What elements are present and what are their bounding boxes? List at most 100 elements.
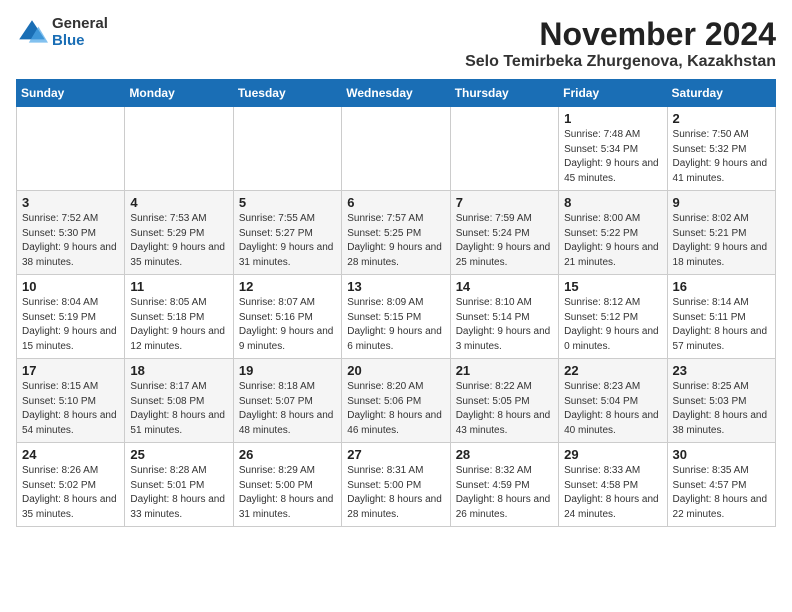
day-number: 27 bbox=[347, 447, 444, 462]
page-header: General Blue November 2024 Selo Temirbek… bbox=[16, 16, 776, 71]
calendar-header-thursday: Thursday bbox=[450, 80, 558, 107]
calendar-cell: 21 Sunrise: 8:22 AM Sunset: 5:05 PM Dayli… bbox=[450, 359, 558, 443]
month-title: November 2024 bbox=[465, 16, 776, 53]
calendar-header-row: SundayMondayTuesdayWednesdayThursdayFrid… bbox=[17, 80, 776, 107]
day-number: 19 bbox=[239, 363, 336, 378]
day-number: 17 bbox=[22, 363, 119, 378]
day-info: Sunrise: 8:23 AM Sunset: 5:04 PM Dayligh… bbox=[564, 380, 661, 438]
day-number: 28 bbox=[456, 447, 553, 462]
day-info: Sunrise: 8:22 AM Sunset: 5:05 PM Dayligh… bbox=[456, 380, 553, 438]
calendar-cell: 10 Sunrise: 8:04 AM Sunset: 5:19 PM Dayli… bbox=[17, 275, 125, 359]
day-info: Sunrise: 7:53 AM Sunset: 5:29 PM Dayligh… bbox=[130, 212, 227, 270]
calendar-cell: 22Sunrise: 8:23 AM Sunset: 5:04 PM Dayli… bbox=[559, 359, 667, 443]
calendar-cell: 25 Sunrise: 8:28 AM Sunset: 5:01 PM Dayli… bbox=[125, 443, 233, 527]
calendar-cell: 8Sunrise: 8:00 AM Sunset: 5:22 PM Daylig… bbox=[559, 191, 667, 275]
calendar-cell: 19 Sunrise: 8:18 AM Sunset: 5:07 PM Dayli… bbox=[233, 359, 341, 443]
day-number: 12 bbox=[239, 279, 336, 294]
logo-icon bbox=[16, 17, 48, 49]
calendar-cell: 30 Sunrise: 8:35 AM Sunset: 4:57 PM Dayli… bbox=[667, 443, 775, 527]
location-title: Selo Temirbeka Zhurgenova, Kazakhstan bbox=[465, 53, 776, 71]
day-number: 8 bbox=[564, 195, 661, 210]
day-info: Sunrise: 8:05 AM Sunset: 5:18 PM Dayligh… bbox=[130, 296, 227, 354]
calendar-week-row: 24 Sunrise: 8:26 AM Sunset: 5:02 PM Dayli… bbox=[17, 443, 776, 527]
day-info: Sunrise: 8:15 AM Sunset: 5:10 PM Dayligh… bbox=[22, 380, 119, 438]
logo: General Blue bbox=[16, 16, 108, 49]
logo-blue-text: Blue bbox=[52, 33, 108, 50]
calendar-cell: 16Sunrise: 8:14 AM Sunset: 5:11 PM Dayli… bbox=[667, 275, 775, 359]
calendar-cell bbox=[17, 107, 125, 191]
calendar-cell: 1 Sunrise: 7:48 AM Sunset: 5:34 PM Daylig… bbox=[559, 107, 667, 191]
day-info: Sunrise: 7:57 AM Sunset: 5:25 PM Dayligh… bbox=[347, 212, 444, 270]
day-number: 26 bbox=[239, 447, 336, 462]
calendar-cell: 27 Sunrise: 8:31 AM Sunset: 5:00 PM Dayli… bbox=[342, 443, 450, 527]
calendar-cell: 14 Sunrise: 8:10 AM Sunset: 5:14 PM Dayli… bbox=[450, 275, 558, 359]
day-number: 14 bbox=[456, 279, 553, 294]
day-info: Sunrise: 8:04 AM Sunset: 5:19 PM Dayligh… bbox=[22, 296, 119, 354]
day-info: Sunrise: 8:02 AM Sunset: 5:21 PM Dayligh… bbox=[673, 212, 770, 270]
day-number: 20 bbox=[347, 363, 444, 378]
day-number: 2 bbox=[673, 111, 770, 126]
calendar-cell: 5Sunrise: 7:55 AM Sunset: 5:27 PM Daylig… bbox=[233, 191, 341, 275]
calendar-cell: 2 Sunrise: 7:50 AM Sunset: 5:32 PM Daylig… bbox=[667, 107, 775, 191]
day-info: Sunrise: 8:28 AM Sunset: 5:01 PM Dayligh… bbox=[130, 464, 227, 522]
day-number: 3 bbox=[22, 195, 119, 210]
day-info: Sunrise: 7:52 AM Sunset: 5:30 PM Dayligh… bbox=[22, 212, 119, 270]
day-number: 15 bbox=[564, 279, 661, 294]
calendar-header-saturday: Saturday bbox=[667, 80, 775, 107]
day-info: Sunrise: 8:07 AM Sunset: 5:16 PM Dayligh… bbox=[239, 296, 336, 354]
day-info: Sunrise: 8:26 AM Sunset: 5:02 PM Dayligh… bbox=[22, 464, 119, 522]
calendar-cell bbox=[450, 107, 558, 191]
calendar-week-row: 10 Sunrise: 8:04 AM Sunset: 5:19 PM Dayli… bbox=[17, 275, 776, 359]
calendar-cell: 28 Sunrise: 8:32 AM Sunset: 4:59 PM Dayli… bbox=[450, 443, 558, 527]
day-number: 1 bbox=[564, 111, 661, 126]
day-info: Sunrise: 7:50 AM Sunset: 5:32 PM Dayligh… bbox=[673, 128, 770, 186]
day-info: Sunrise: 8:33 AM Sunset: 4:58 PM Dayligh… bbox=[564, 464, 661, 522]
day-info: Sunrise: 7:55 AM Sunset: 5:27 PM Dayligh… bbox=[239, 212, 336, 270]
day-number: 18 bbox=[130, 363, 227, 378]
calendar-cell: 26 Sunrise: 8:29 AM Sunset: 5:00 PM Dayli… bbox=[233, 443, 341, 527]
day-number: 6 bbox=[347, 195, 444, 210]
day-info: Sunrise: 8:14 AM Sunset: 5:11 PM Dayligh… bbox=[673, 296, 770, 354]
calendar-table: SundayMondayTuesdayWednesdayThursdayFrid… bbox=[16, 79, 776, 527]
day-number: 9 bbox=[673, 195, 770, 210]
calendar-header-sunday: Sunday bbox=[17, 80, 125, 107]
day-number: 30 bbox=[673, 447, 770, 462]
logo-general-text: General bbox=[52, 16, 108, 33]
calendar-header-friday: Friday bbox=[559, 80, 667, 107]
calendar-cell: 24 Sunrise: 8:26 AM Sunset: 5:02 PM Dayli… bbox=[17, 443, 125, 527]
day-number: 23 bbox=[673, 363, 770, 378]
day-number: 21 bbox=[456, 363, 553, 378]
calendar-cell: 6 Sunrise: 7:57 AM Sunset: 5:25 PM Daylig… bbox=[342, 191, 450, 275]
day-number: 10 bbox=[22, 279, 119, 294]
calendar-cell: 4 Sunrise: 7:53 AM Sunset: 5:29 PM Daylig… bbox=[125, 191, 233, 275]
day-number: 25 bbox=[130, 447, 227, 462]
title-block: November 2024 Selo Temirbeka Zhurgenova,… bbox=[465, 16, 776, 71]
day-info: Sunrise: 8:32 AM Sunset: 4:59 PM Dayligh… bbox=[456, 464, 553, 522]
day-info: Sunrise: 8:31 AM Sunset: 5:00 PM Dayligh… bbox=[347, 464, 444, 522]
day-number: 4 bbox=[130, 195, 227, 210]
calendar-week-row: 3 Sunrise: 7:52 AM Sunset: 5:30 PM Daylig… bbox=[17, 191, 776, 275]
day-info: Sunrise: 7:59 AM Sunset: 5:24 PM Dayligh… bbox=[456, 212, 553, 270]
calendar-week-row: 17 Sunrise: 8:15 AM Sunset: 5:10 PM Dayli… bbox=[17, 359, 776, 443]
calendar-cell: 12 Sunrise: 8:07 AM Sunset: 5:16 PM Dayli… bbox=[233, 275, 341, 359]
day-info: Sunrise: 8:18 AM Sunset: 5:07 PM Dayligh… bbox=[239, 380, 336, 438]
calendar-cell: 20 Sunrise: 8:20 AM Sunset: 5:06 PM Dayli… bbox=[342, 359, 450, 443]
day-info: Sunrise: 8:35 AM Sunset: 4:57 PM Dayligh… bbox=[673, 464, 770, 522]
day-number: 7 bbox=[456, 195, 553, 210]
day-info: Sunrise: 8:20 AM Sunset: 5:06 PM Dayligh… bbox=[347, 380, 444, 438]
calendar-cell: 9 Sunrise: 8:02 AM Sunset: 5:21 PM Daylig… bbox=[667, 191, 775, 275]
day-number: 13 bbox=[347, 279, 444, 294]
calendar-week-row: 1 Sunrise: 7:48 AM Sunset: 5:34 PM Daylig… bbox=[17, 107, 776, 191]
calendar-cell: 11Sunrise: 8:05 AM Sunset: 5:18 PM Dayli… bbox=[125, 275, 233, 359]
calendar-header-wednesday: Wednesday bbox=[342, 80, 450, 107]
calendar-cell: 23Sunrise: 8:25 AM Sunset: 5:03 PM Dayli… bbox=[667, 359, 775, 443]
calendar-cell bbox=[125, 107, 233, 191]
calendar-cell: 7 Sunrise: 7:59 AM Sunset: 5:24 PM Daylig… bbox=[450, 191, 558, 275]
day-info: Sunrise: 8:29 AM Sunset: 5:00 PM Dayligh… bbox=[239, 464, 336, 522]
day-info: Sunrise: 8:10 AM Sunset: 5:14 PM Dayligh… bbox=[456, 296, 553, 354]
calendar-cell bbox=[342, 107, 450, 191]
day-number: 29 bbox=[564, 447, 661, 462]
day-number: 24 bbox=[22, 447, 119, 462]
calendar-header-tuesday: Tuesday bbox=[233, 80, 341, 107]
day-info: Sunrise: 7:48 AM Sunset: 5:34 PM Dayligh… bbox=[564, 128, 661, 186]
